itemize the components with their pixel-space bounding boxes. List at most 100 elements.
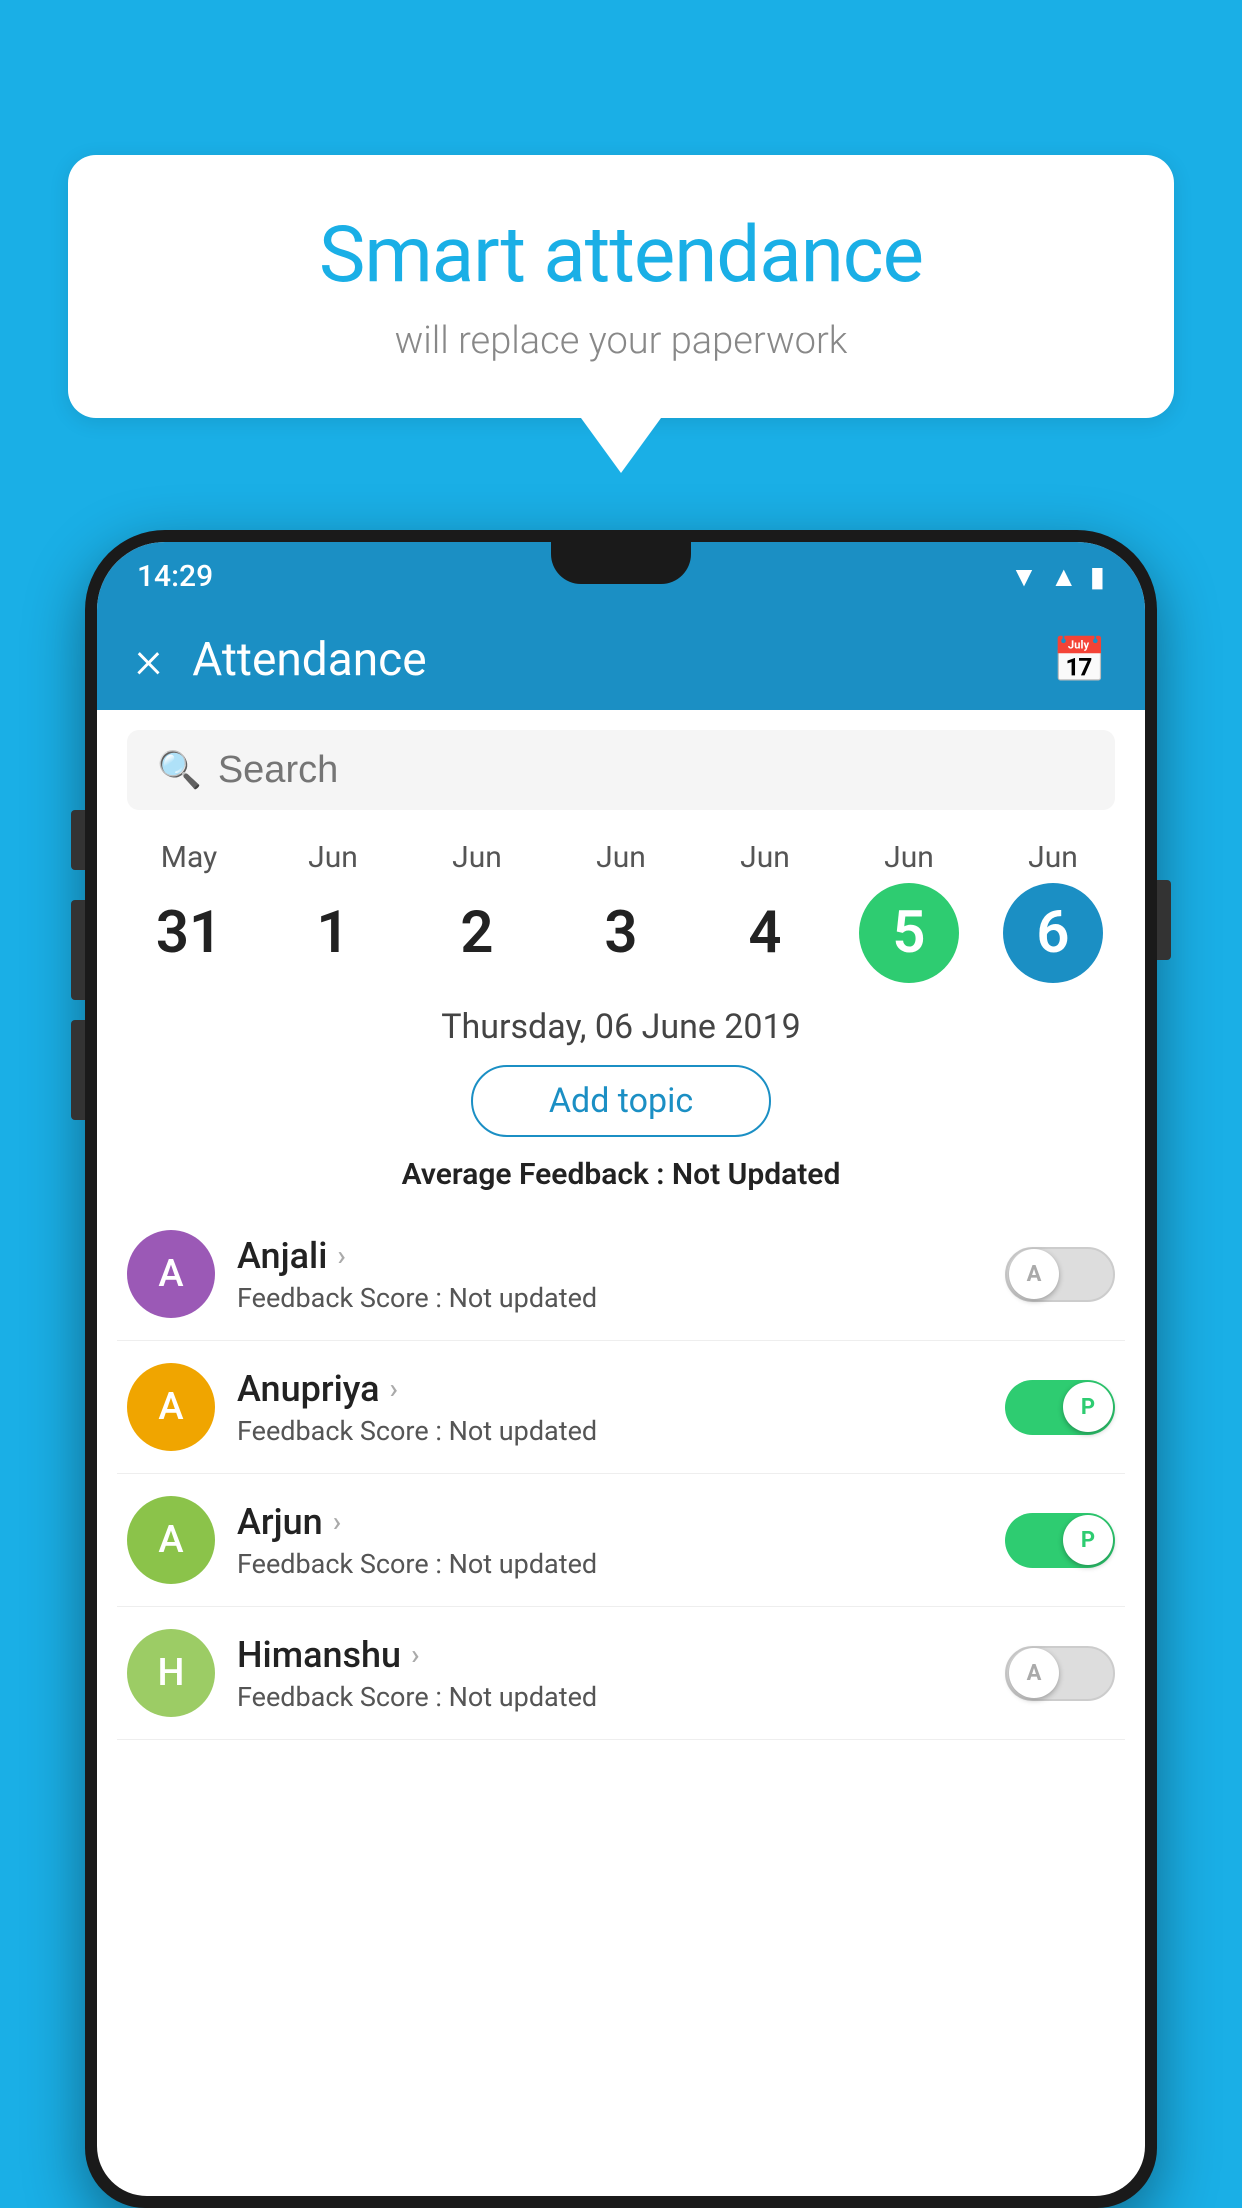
student-name: Himanshu › <box>237 1634 983 1676</box>
signal-icon: ▲ <box>1050 560 1078 593</box>
close-button[interactable]: × <box>135 634 162 686</box>
cal-date-number[interactable]: 6 <box>1003 883 1103 983</box>
cal-date-number[interactable]: 31 <box>139 883 239 983</box>
bubble-subtitle: will replace your paperwork <box>128 319 1114 363</box>
phone-notch <box>551 542 691 584</box>
chevron-right-icon: › <box>333 1505 341 1538</box>
toggle-track: A <box>1005 1247 1115 1302</box>
feedback-score: Feedback Score : Not updated <box>237 1282 983 1314</box>
calendar-day[interactable]: Jun 6 <box>988 840 1118 983</box>
toggle-track: A <box>1005 1646 1115 1701</box>
search-input[interactable] <box>218 749 1085 792</box>
app-title: Attendance <box>192 633 1022 687</box>
attendance-toggle[interactable]: P <box>1005 1513 1115 1568</box>
cal-month-label: Jun <box>452 840 502 875</box>
search-icon: 🔍 <box>157 749 202 791</box>
app-bar: × Attendance 📅 <box>97 610 1145 710</box>
bubble-title: Smart attendance <box>128 210 1114 301</box>
avatar: A <box>127 1496 215 1584</box>
power-button <box>1157 880 1171 960</box>
student-name: Anjali › <box>237 1235 983 1277</box>
battery-icon: ▮ <box>1090 560 1105 593</box>
student-info: Arjun › Feedback Score : Not updated <box>237 1501 983 1580</box>
feedback-label: Feedback Score : <box>237 1548 449 1580</box>
cal-month-label: Jun <box>308 840 358 875</box>
student-item[interactable]: A Anjali › Feedback Score : Not updated A <box>117 1208 1125 1341</box>
bubble-tail <box>581 418 661 473</box>
volume-down-button <box>71 900 85 1000</box>
cal-date-number[interactable]: 1 <box>283 883 383 983</box>
average-feedback: Average Feedback : Not Updated <box>97 1157 1145 1192</box>
chevron-right-icon: › <box>411 1638 419 1671</box>
wifi-icon: ▼ <box>1010 560 1038 593</box>
feedback-label: Feedback Score : <box>237 1415 449 1447</box>
avg-feedback-value: Not Updated <box>672 1157 840 1192</box>
toggle-thumb: P <box>1063 1382 1113 1432</box>
toggle-track: P <box>1005 1513 1115 1568</box>
toggle-track: P <box>1005 1380 1115 1435</box>
student-info: Anjali › Feedback Score : Not updated <box>237 1235 983 1314</box>
avatar: H <box>127 1629 215 1717</box>
calendar-strip: May 31 Jun 1 Jun 2 Jun 3 Jun 4 Jun 5 Jun 6 <box>97 830 1145 983</box>
feedback-score: Feedback Score : Not updated <box>237 1681 983 1713</box>
feedback-score: Feedback Score : Not updated <box>237 1548 983 1580</box>
attendance-toggle[interactable]: P <box>1005 1380 1115 1435</box>
speech-bubble: Smart attendance will replace your paper… <box>68 155 1174 418</box>
toggle-thumb: A <box>1009 1249 1059 1299</box>
phone-screen: 14:29 ▼ ▲ ▮ × Attendance 📅 🔍 May31Jun1Ju… <box>97 542 1145 2196</box>
feedback-value: Not updated <box>449 1282 598 1314</box>
cal-date-number[interactable]: 5 <box>859 883 959 983</box>
student-name: Arjun › <box>237 1501 983 1543</box>
student-name-text: Anupriya <box>237 1368 380 1410</box>
calendar-day[interactable]: Jun 2 <box>412 840 542 983</box>
student-item[interactable]: A Arjun › Feedback Score : Not updated P <box>117 1474 1125 1607</box>
student-item[interactable]: H Himanshu › Feedback Score : Not updated A <box>117 1607 1125 1740</box>
feedback-score: Feedback Score : Not updated <box>237 1415 983 1447</box>
chevron-right-icon: › <box>390 1372 398 1405</box>
status-icons: ▼ ▲ ▮ <box>1010 560 1105 593</box>
calendar-day[interactable]: May 31 <box>124 840 254 983</box>
calendar-icon[interactable]: 📅 <box>1052 634 1107 686</box>
student-name-text: Himanshu <box>237 1634 401 1676</box>
search-bar[interactable]: 🔍 <box>127 730 1115 810</box>
toggle-thumb: A <box>1009 1648 1059 1698</box>
student-name-text: Anjali <box>237 1235 327 1277</box>
silent-button <box>71 1020 85 1120</box>
avg-feedback-label: Average Feedback : <box>402 1157 672 1192</box>
cal-date-number[interactable]: 2 <box>427 883 527 983</box>
feedback-value: Not updated <box>449 1415 598 1447</box>
chevron-right-icon: › <box>337 1239 345 1272</box>
feedback-label: Feedback Score : <box>237 1681 449 1713</box>
attendance-toggle[interactable]: A <box>1005 1247 1115 1302</box>
volume-up-button <box>71 810 85 870</box>
calendar-day[interactable]: Jun 1 <box>268 840 398 983</box>
avatar: A <box>127 1230 215 1318</box>
cal-month-label: Jun <box>740 840 790 875</box>
student-item[interactable]: A Anupriya › Feedback Score : Not updated P <box>117 1341 1125 1474</box>
phone-frame: 14:29 ▼ ▲ ▮ × Attendance 📅 🔍 May31Jun1Ju… <box>85 530 1157 2208</box>
calendar-day[interactable]: Jun 4 <box>700 840 830 983</box>
cal-date-number[interactable]: 4 <box>715 883 815 983</box>
cal-date-number[interactable]: 3 <box>571 883 671 983</box>
student-name-text: Arjun <box>237 1501 323 1543</box>
speech-bubble-container: Smart attendance will replace your paper… <box>68 155 1174 473</box>
student-name: Anupriya › <box>237 1368 983 1410</box>
student-info: Himanshu › Feedback Score : Not updated <box>237 1634 983 1713</box>
student-info: Anupriya › Feedback Score : Not updated <box>237 1368 983 1447</box>
student-list: AAnjali ›Feedback Score : Not updatedAAA… <box>97 1208 1145 1740</box>
cal-month-label: Jun <box>1028 840 1078 875</box>
calendar-day[interactable]: Jun 5 <box>844 840 974 983</box>
feedback-value: Not updated <box>449 1548 598 1580</box>
feedback-value: Not updated <box>449 1681 598 1713</box>
status-time: 14:29 <box>137 559 213 594</box>
feedback-label: Feedback Score : <box>237 1282 449 1314</box>
avatar: A <box>127 1363 215 1451</box>
cal-month-label: Jun <box>596 840 646 875</box>
calendar-day[interactable]: Jun 3 <box>556 840 686 983</box>
add-topic-button[interactable]: Add topic <box>471 1065 771 1137</box>
attendance-toggle[interactable]: A <box>1005 1646 1115 1701</box>
cal-month-label: May <box>161 840 217 875</box>
cal-month-label: Jun <box>884 840 934 875</box>
selected-date: Thursday, 06 June 2019 <box>97 1007 1145 1047</box>
toggle-thumb: P <box>1063 1515 1113 1565</box>
